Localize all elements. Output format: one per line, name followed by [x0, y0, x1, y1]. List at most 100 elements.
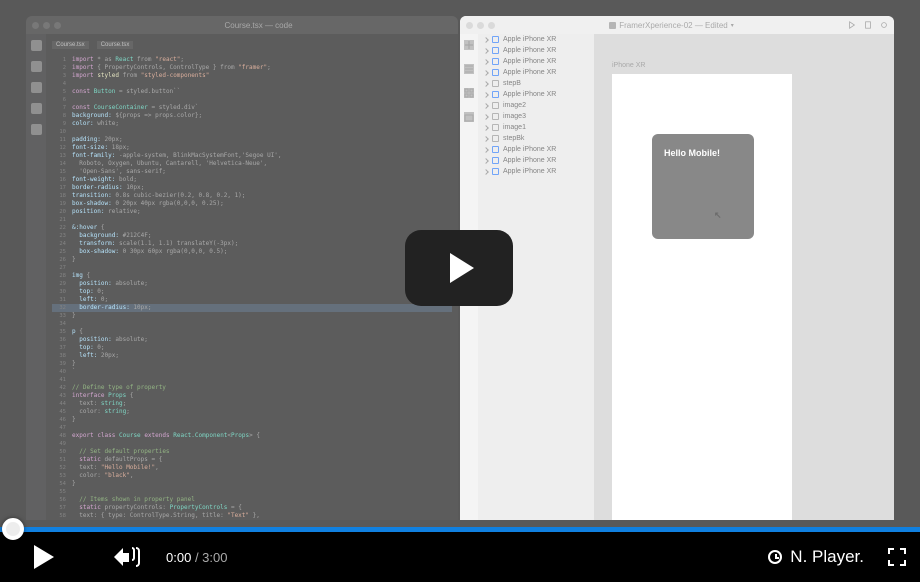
- code-line[interactable]: 24 transform: scale(1.1, 1.1) translateY…: [52, 240, 452, 248]
- layer-item[interactable]: Apple iPhone XR: [478, 166, 594, 177]
- code-line[interactable]: 7const CourseContainer = styled.div`: [52, 104, 452, 112]
- layer-item[interactable]: Apple iPhone XR: [478, 155, 594, 166]
- code-line[interactable]: 4: [52, 80, 452, 88]
- layer-item[interactable]: Apple iPhone XR: [478, 89, 594, 100]
- code-line[interactable]: 5const Button = styled.button``: [52, 88, 452, 96]
- code-line[interactable]: 38 left: 20px;: [52, 352, 452, 360]
- player-name[interactable]: N. Player.: [790, 547, 864, 567]
- layer-item[interactable]: Apple iPhone XR: [478, 67, 594, 78]
- code-line[interactable]: 45 color: string;: [52, 408, 452, 416]
- code-line[interactable]: 6: [52, 96, 452, 104]
- code-line[interactable]: 25 box-shadow: 0 30px 60px rgba(0,0,0, 0…: [52, 248, 452, 256]
- phone-canvas[interactable]: Hello Mobile! ↖: [612, 74, 792, 520]
- code-line[interactable]: 28img {: [52, 272, 452, 280]
- code-line[interactable]: 10: [52, 128, 452, 136]
- playhead[interactable]: [2, 518, 24, 540]
- code-line[interactable]: 54}: [52, 480, 452, 488]
- code-line[interactable]: 11padding: 20px;: [52, 136, 452, 144]
- chevron-right-icon[interactable]: [483, 48, 489, 54]
- code-line[interactable]: 47: [52, 424, 452, 432]
- package-icon[interactable]: [464, 112, 474, 122]
- code-line[interactable]: 18transition: 0.8s cubic-bezier(0.2, 0.8…: [52, 192, 452, 200]
- chevron-right-icon[interactable]: [483, 81, 489, 87]
- explorer-icon[interactable]: [31, 40, 42, 51]
- source-control-icon[interactable]: [31, 82, 42, 93]
- play-icon[interactable]: [848, 21, 856, 29]
- code-line[interactable]: 9color: white;: [52, 120, 452, 128]
- code-line[interactable]: 43interface Props {: [52, 392, 452, 400]
- layer-item[interactable]: Apple iPhone XR: [478, 144, 594, 155]
- code-line[interactable]: 8background: ${props => props.color};: [52, 112, 452, 120]
- chevron-down-icon[interactable]: ▾: [731, 22, 734, 29]
- code-line[interactable]: 41: [52, 376, 452, 384]
- layer-item[interactable]: Apple iPhone XR: [478, 45, 594, 56]
- code-line[interactable]: 15 'Open-Sans', sans-serif;: [52, 168, 452, 176]
- chevron-right-icon[interactable]: [483, 169, 489, 175]
- code-line[interactable]: 50 // Set default properties: [52, 448, 452, 456]
- clock-icon[interactable]: [768, 550, 782, 564]
- fullscreen-button[interactable]: [888, 548, 906, 566]
- tab-course-1[interactable]: Course.tsx: [52, 41, 89, 49]
- code-line[interactable]: 35p {: [52, 328, 452, 336]
- code-line[interactable]: 42// Define type of property: [52, 384, 452, 392]
- code-line[interactable]: 27: [52, 264, 452, 272]
- chevron-right-icon[interactable]: [483, 37, 489, 43]
- code-line[interactable]: 19box-shadow: 0 20px 40px rgba(0,0,0, 0.…: [52, 200, 452, 208]
- code-line[interactable]: 36 position: absolute;: [52, 336, 452, 344]
- code-line[interactable]: 3import styled from "styled-components": [52, 72, 452, 80]
- chevron-right-icon[interactable]: [483, 92, 489, 98]
- close-icon[interactable]: [466, 22, 473, 29]
- play-pause-button[interactable]: [34, 545, 54, 569]
- search-icon[interactable]: [31, 61, 42, 72]
- zoom-icon[interactable]: [54, 22, 61, 29]
- editor-area[interactable]: Course.tsx Course.tsx 1import * as React…: [46, 34, 458, 520]
- code-line[interactable]: 57 static propertyControls: PropertyCont…: [52, 504, 452, 512]
- chevron-right-icon[interactable]: [483, 103, 489, 109]
- code-line[interactable]: 37 top: 0;: [52, 344, 452, 352]
- code-line[interactable]: 30 top: 0;: [52, 288, 452, 296]
- minimize-icon[interactable]: [477, 22, 484, 29]
- layer-item[interactable]: stepB: [478, 78, 594, 89]
- progress-bar[interactable]: [0, 527, 920, 532]
- zoom-icon[interactable]: [488, 22, 495, 29]
- layer-item[interactable]: Apple iPhone XR: [478, 34, 594, 45]
- device-icon[interactable]: [864, 21, 872, 29]
- code-line[interactable]: 58 text: { type: ControlType.String, tit…: [52, 512, 452, 520]
- code-line[interactable]: 34: [52, 320, 452, 328]
- debug-icon[interactable]: [31, 103, 42, 114]
- code-line[interactable]: 2import { PropertyControls, ControlType …: [52, 64, 452, 72]
- layer-item[interactable]: Apple iPhone XR: [478, 56, 594, 67]
- chevron-right-icon[interactable]: [483, 147, 489, 153]
- chevron-right-icon[interactable]: [483, 70, 489, 76]
- code-line[interactable]: 23 background: #212C4F;: [52, 232, 452, 240]
- grid-icon[interactable]: [464, 88, 474, 98]
- code-content[interactable]: 1import * as React from "react";2import …: [52, 52, 452, 520]
- chevron-right-icon[interactable]: [483, 125, 489, 131]
- code-line[interactable]: 49: [52, 440, 452, 448]
- code-line[interactable]: 22&:hover {: [52, 224, 452, 232]
- code-line[interactable]: 31 left: 0;: [52, 296, 452, 304]
- code-line[interactable]: 32 border-radius: 10px;: [52, 304, 452, 312]
- mobile-card[interactable]: Hello Mobile! ↖: [652, 134, 754, 239]
- code-line[interactable]: 48export class Course extends React.Comp…: [52, 432, 452, 440]
- code-line[interactable]: 20position: relative;: [52, 208, 452, 216]
- code-line[interactable]: 33}: [52, 312, 452, 320]
- code-line[interactable]: 44 text: string;: [52, 400, 452, 408]
- play-button[interactable]: [405, 230, 513, 306]
- close-icon[interactable]: [32, 22, 39, 29]
- layer-item[interactable]: image2: [478, 100, 594, 111]
- chevron-right-icon[interactable]: [483, 136, 489, 142]
- minimize-icon[interactable]: [43, 22, 50, 29]
- add-icon[interactable]: [464, 40, 474, 50]
- code-line[interactable]: 26}: [52, 256, 452, 264]
- chevron-right-icon[interactable]: [483, 114, 489, 120]
- code-line[interactable]: 55: [52, 488, 452, 496]
- code-line[interactable]: 21: [52, 216, 452, 224]
- tab-course-2[interactable]: Course.tsx: [97, 41, 134, 49]
- code-line[interactable]: 13font-family: -apple-system, BlinkMacSy…: [52, 152, 452, 160]
- share-icon[interactable]: [880, 21, 888, 29]
- code-line[interactable]: 39}: [52, 360, 452, 368]
- code-line[interactable]: 29 position: absolute;: [52, 280, 452, 288]
- code-line[interactable]: 40`: [52, 368, 452, 376]
- code-line[interactable]: 1import * as React from "react";: [52, 56, 452, 64]
